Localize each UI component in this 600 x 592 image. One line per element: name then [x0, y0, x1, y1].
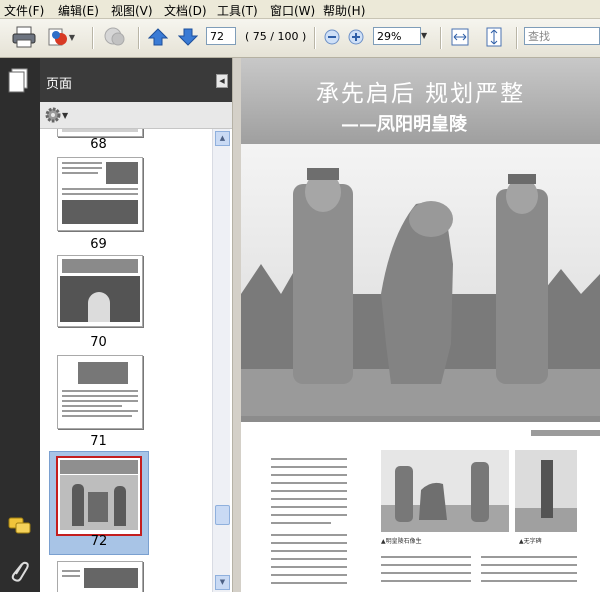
- thumbnail-70[interactable]: [57, 255, 143, 327]
- panel-title: 页面: [46, 77, 73, 92]
- thumbnail-label: 68: [90, 137, 107, 152]
- comments-button[interactable]: [8, 516, 32, 541]
- menu-tools[interactable]: 工具(T): [217, 2, 258, 19]
- pages-icon: [8, 68, 28, 93]
- document-page: ▲明皇陵石像生 ▲无字碑: [241, 422, 600, 592]
- zoom-dropdown-icon[interactable]: ▼: [421, 31, 427, 40]
- search-input[interactable]: 查找: [524, 27, 600, 45]
- scroll-up-button[interactable]: ▲: [215, 131, 230, 146]
- gear-icon: [45, 107, 61, 123]
- arrow-up-icon: [148, 28, 168, 46]
- page-number-input[interactable]: 72: [206, 27, 236, 45]
- toolbar-divider: [314, 27, 316, 49]
- thumbnail-71[interactable]: [57, 355, 143, 429]
- menu-window[interactable]: 窗口(W): [270, 2, 315, 19]
- document-view: 承先启后 规划严整 ——凤阳明皇陵 ▲明皇陵石像生 ▲无字碑: [241, 58, 600, 592]
- printer-icon: [12, 26, 36, 48]
- scroll-down-button[interactable]: ▼: [215, 575, 230, 590]
- document-page: 承先启后 规划严整 ——凤阳明皇陵: [241, 58, 600, 416]
- toolbar-divider: [440, 27, 442, 49]
- toolbar-divider: [92, 27, 94, 49]
- menu-help[interactable]: 帮助(H): [323, 2, 365, 19]
- panel-options-bar: ▼: [40, 102, 232, 129]
- thumbnail-scrollbar[interactable]: ▲ ▼: [212, 129, 230, 592]
- options-button[interactable]: ▼: [44, 106, 68, 124]
- zoom-field[interactable]: 29%: [373, 27, 421, 45]
- arrow-down-icon: [178, 28, 198, 46]
- thumbnail-list: 68 69 70 71 72: [40, 129, 212, 592]
- statues-photo: [381, 450, 509, 532]
- zoom-in-icon: [348, 29, 364, 45]
- menu-bar: 文件(F) 编辑(E) 视图(V) 文档(D) 工具(T) 窗口(W) 帮助(H…: [0, 0, 600, 19]
- next-page-button[interactable]: [176, 24, 200, 50]
- speech-bubble-icon: [104, 27, 125, 46]
- dropdown-arrow-icon: ▼: [62, 110, 69, 120]
- stele-photo: [515, 450, 577, 532]
- thumbnail-73[interactable]: [57, 561, 143, 592]
- fit-page-icon: [486, 27, 502, 47]
- thumbnail-72[interactable]: [56, 456, 142, 536]
- scroll-thumb[interactable]: [215, 505, 230, 525]
- thumbnail-label: 71: [90, 434, 107, 449]
- create-pdf-icon: [48, 28, 67, 46]
- photo-caption: ▲明皇陵石像生: [381, 538, 422, 545]
- menu-file[interactable]: 文件(F): [4, 2, 44, 19]
- create-button[interactable]: ▼: [46, 24, 76, 50]
- zoom-out-button[interactable]: [322, 24, 342, 50]
- attachments-button[interactable]: [8, 558, 30, 587]
- navigation-strip: [0, 58, 40, 592]
- thumbnail-label: 69: [90, 237, 107, 252]
- stone-statues-photo: [241, 144, 600, 416]
- pages-panel: 页面 ◀ ▼ 68 69 70 71 72 ▲ ▼: [40, 58, 232, 592]
- menu-edit[interactable]: 编辑(E): [58, 2, 99, 19]
- print-button[interactable]: [10, 24, 38, 50]
- previous-page-button[interactable]: [146, 24, 170, 50]
- page-headline: 承先启后 规划严整: [315, 81, 526, 107]
- thumbnail-label: 70: [90, 335, 107, 350]
- zoom-in-button[interactable]: [346, 24, 366, 50]
- toolbar-divider: [516, 27, 518, 49]
- thumbnail-68[interactable]: [57, 129, 143, 137]
- page-subtitle: ——凤阳明皇陵: [341, 114, 467, 135]
- thumbnail-72-selected[interactable]: 72: [49, 451, 149, 555]
- pages-button[interactable]: [8, 68, 30, 97]
- toolbar-divider: [138, 27, 140, 49]
- menu-document[interactable]: 文档(D): [164, 2, 207, 19]
- collapse-panel-button[interactable]: ◀: [216, 74, 228, 88]
- fit-width-button[interactable]: [448, 24, 472, 50]
- toolbar: ▼ 72 ( 75 / 100 ) 29% ▼ 查找: [0, 19, 600, 58]
- page-count: ( 75 / 100 ): [245, 30, 307, 43]
- fit-page-button[interactable]: [482, 24, 506, 50]
- fit-width-icon: [451, 28, 469, 46]
- photo-caption: ▲无字碑: [519, 538, 542, 545]
- dropdown-arrow-icon: ▼: [68, 32, 76, 42]
- zoom-out-icon: [324, 29, 340, 45]
- comment-button[interactable]: [100, 24, 130, 50]
- menu-view[interactable]: 视图(V): [111, 2, 153, 19]
- paperclip-icon: [11, 561, 29, 582]
- comments-icon: [8, 517, 31, 534]
- thumbnail-label: 72: [90, 534, 108, 549]
- thumbnail-69[interactable]: [57, 157, 143, 231]
- panel-header: 页面 ◀: [40, 58, 232, 102]
